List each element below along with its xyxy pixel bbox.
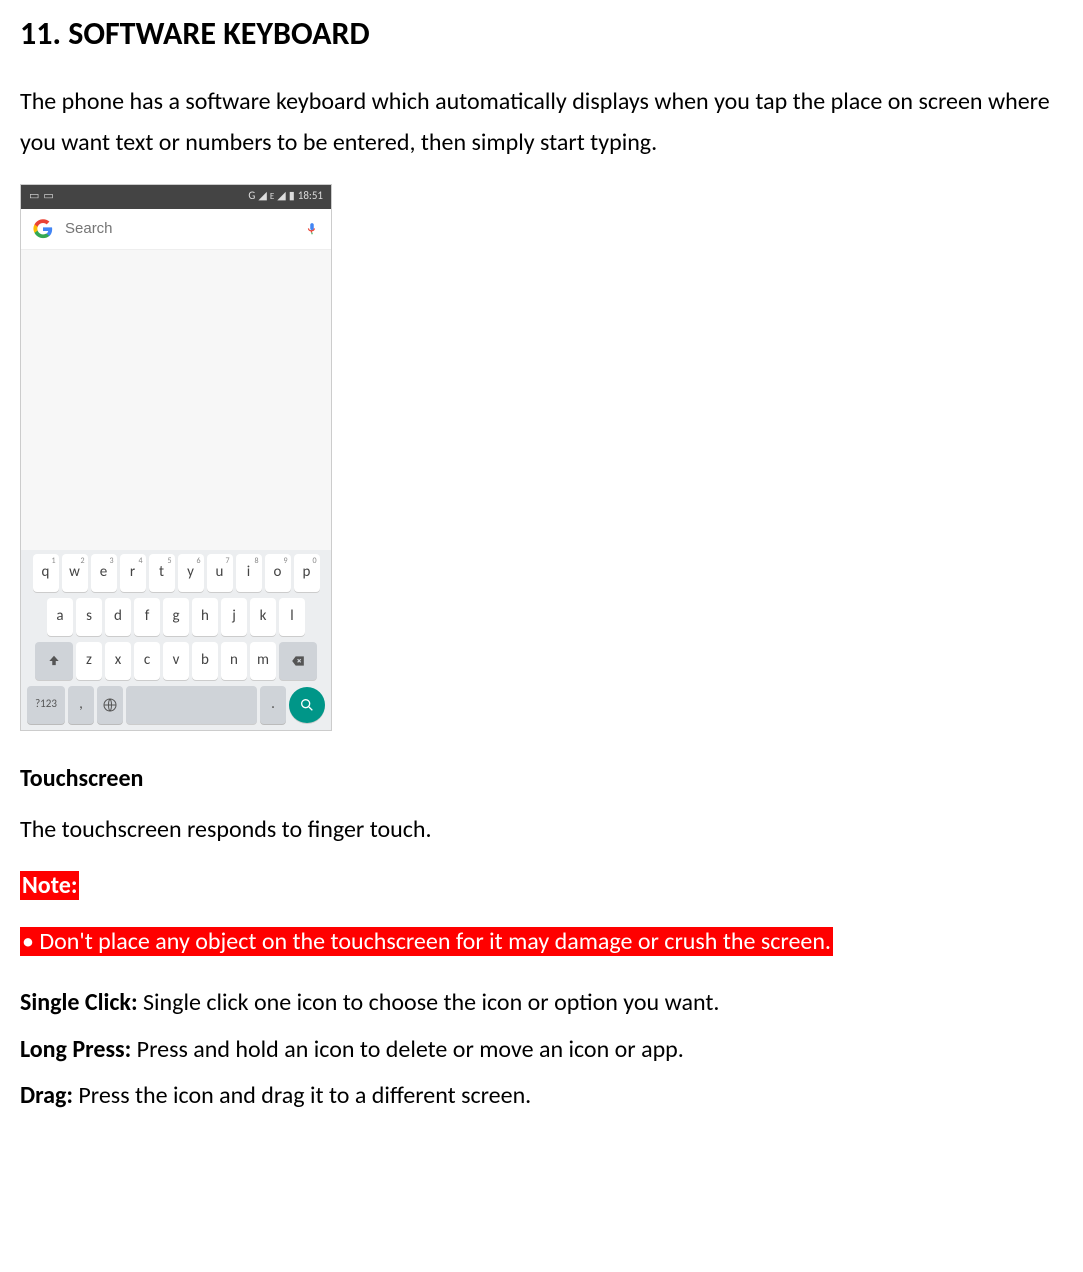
letter-key[interactable]: 4r [120, 554, 146, 592]
period-key[interactable]: . [260, 686, 286, 724]
letter-key[interactable]: g [163, 598, 189, 636]
action-label: Drag: [20, 1081, 73, 1110]
keyboard-row-1: 1q2w3e4r5t6y7u8i9o0p [23, 554, 329, 592]
mic-icon[interactable] [305, 220, 319, 238]
search-input[interactable] [63, 219, 295, 238]
battery-icon: ▮ [289, 188, 295, 205]
letter-key[interactable]: 7u [207, 554, 233, 592]
letter-key[interactable]: 9o [265, 554, 291, 592]
action-label: Long Press: [20, 1035, 131, 1064]
section-heading: 11. SOFTWARE KEYBOARD [20, 10, 1063, 58]
note-body: • Don't place any object on the touchscr… [20, 919, 1063, 965]
status-icon: ▭ [29, 188, 39, 205]
action-line: Long Press: Press and hold an icon to de… [20, 1031, 1063, 1069]
action-line: Drag: Press the icon and drag it to a di… [20, 1077, 1063, 1115]
search-action-key[interactable] [289, 687, 325, 723]
backspace-key[interactable] [279, 642, 317, 680]
letter-key[interactable]: s [76, 598, 102, 636]
network-label: G [248, 188, 255, 205]
letter-key[interactable]: f [134, 598, 160, 636]
onscreen-keyboard: 1q2w3e4r5t6y7u8i9o0p asdfghjkl zxcvbnm ?… [21, 550, 331, 730]
action-label: Single Click: [20, 988, 138, 1017]
signal-icon: ◢ [277, 188, 285, 205]
letter-key[interactable]: m [250, 642, 276, 680]
action-line: Single Click: Single click one icon to c… [20, 984, 1063, 1022]
letter-key[interactable]: v [163, 642, 189, 680]
signal-icon: ◢ [258, 188, 266, 205]
touchscreen-text: The touchscreen responds to finger touch… [20, 812, 1063, 848]
letter-key[interactable]: x [105, 642, 131, 680]
keyboard-row-bottom: ?123 , . [23, 686, 329, 724]
language-key[interactable] [97, 686, 123, 724]
letter-key[interactable]: 0p [294, 554, 320, 592]
status-icon: ▭ [43, 188, 53, 205]
letter-key[interactable]: 3e [91, 554, 117, 592]
letter-key[interactable]: 2w [62, 554, 88, 592]
clock-text: 18:51 [298, 188, 323, 205]
letter-key[interactable]: 8i [236, 554, 262, 592]
letter-key[interactable]: b [192, 642, 218, 680]
letter-key[interactable]: 5t [149, 554, 175, 592]
letter-key[interactable]: 6y [178, 554, 204, 592]
letter-key[interactable]: n [221, 642, 247, 680]
phone-content-area [21, 250, 331, 550]
intro-paragraph: The phone has a software keyboard which … [20, 82, 1063, 164]
search-bar[interactable] [21, 209, 331, 250]
keyboard-row-3: zxcvbnm [23, 642, 329, 680]
note-label: Note: [20, 871, 79, 900]
shift-key[interactable] [35, 642, 73, 680]
letter-key[interactable]: d [105, 598, 131, 636]
numeric-key[interactable]: ?123 [27, 686, 65, 724]
action-text: Single click one icon to choose the icon… [138, 988, 720, 1017]
status-bar: ▭ ▭ G ◢ E ◢ ▮ 18:51 [21, 185, 331, 209]
letter-key[interactable]: z [76, 642, 102, 680]
action-text: Press the icon and drag it to a differen… [73, 1081, 531, 1110]
letter-key[interactable]: a [47, 598, 73, 636]
action-text: Press and hold an icon to delete or move… [131, 1035, 684, 1064]
keyboard-row-2: asdfghjkl [23, 598, 329, 636]
spacebar-key[interactable] [126, 686, 257, 724]
note-block: Note: • Don't place any object on the to… [20, 868, 1063, 965]
touchscreen-heading: Touchscreen [20, 761, 1063, 797]
letter-key[interactable]: h [192, 598, 218, 636]
letter-key[interactable]: l [279, 598, 305, 636]
letter-key[interactable]: k [250, 598, 276, 636]
letter-key[interactable]: c [134, 642, 160, 680]
signal-icon: E [270, 190, 274, 204]
google-logo-icon [33, 219, 53, 239]
phone-screenshot: ▭ ▭ G ◢ E ◢ ▮ 18:51 1q2w3e4r [20, 184, 332, 731]
comma-key[interactable]: , [68, 686, 94, 724]
letter-key[interactable]: 1q [33, 554, 59, 592]
letter-key[interactable]: j [221, 598, 247, 636]
